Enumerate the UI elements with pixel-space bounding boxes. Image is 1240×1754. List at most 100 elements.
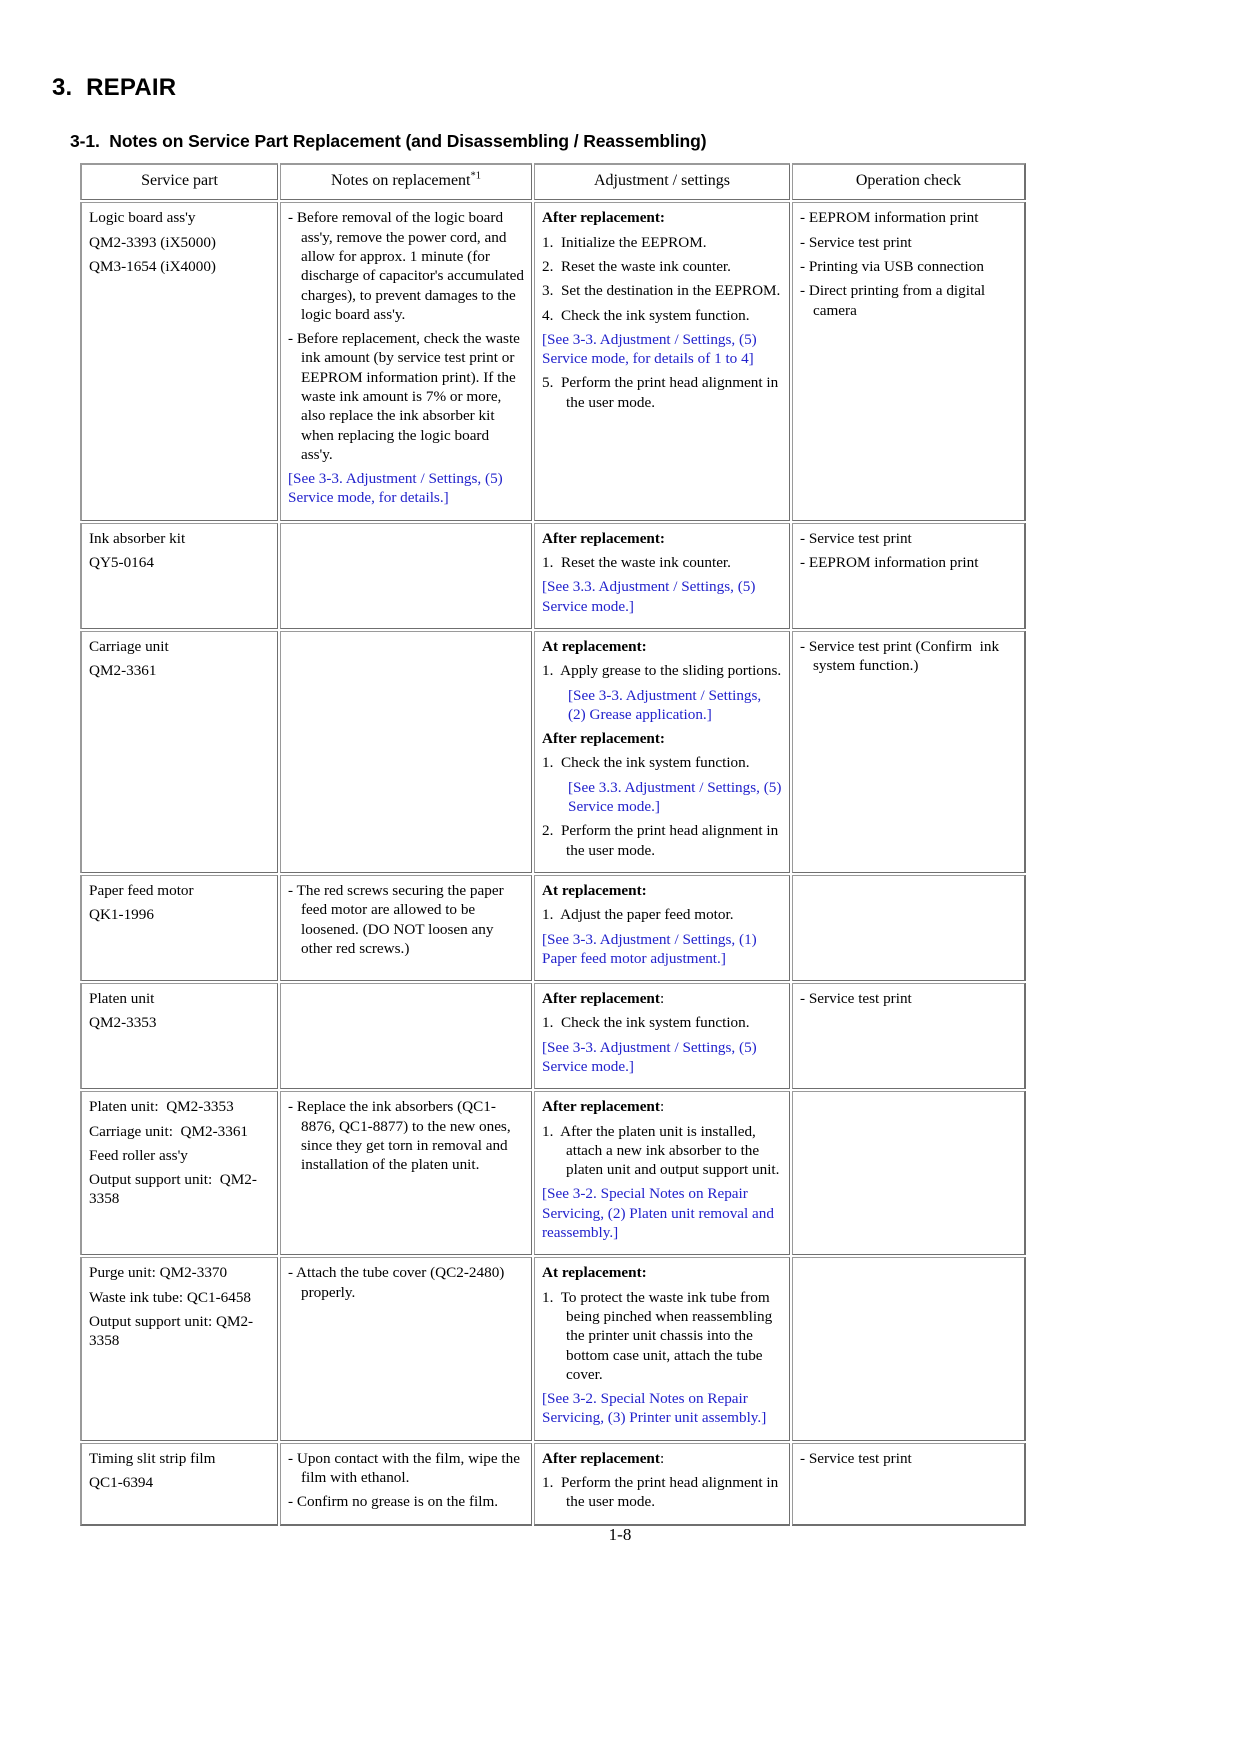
subsection-label: After replacement: xyxy=(542,1449,665,1467)
cell-adjustment: After replacement: 1. Initialize the EEPR… xyxy=(532,200,792,523)
bullet-item: - Before removal of the logic board ass'… xyxy=(288,209,528,323)
bullet-item: - Service test print xyxy=(800,1449,912,1467)
section-heading: 3-1. Notes on Service Part Replacement (… xyxy=(70,131,707,151)
page-number: 1-8 xyxy=(608,1525,632,1544)
cell-notes xyxy=(278,628,534,875)
column-header-service-part: Service part xyxy=(79,161,280,203)
cross-reference-link[interactable]: [See 3-3. Adjustment / Settings, (5) Ser… xyxy=(542,330,782,369)
bullet-item: - Confirm no grease is on the film. xyxy=(288,1493,499,1511)
bullet-item: - EEPROM information print xyxy=(800,554,979,572)
cell-service-part: Paper feed motor QK1-1996 xyxy=(79,872,280,984)
page-title: 3. REPAIR xyxy=(52,74,177,101)
cell-service-part: Carriage unit QM2-3361 xyxy=(79,628,280,875)
column-header-notes: Notes on replacement*1 xyxy=(278,161,534,203)
bullet-item: - Service test print xyxy=(800,529,912,547)
service-part-line: Output support unit: QM2-3358 xyxy=(89,1171,257,1208)
subsection-label-text: After replacement xyxy=(542,1449,660,1467)
numbered-step: 2. Perform the print head alignment in t… xyxy=(542,822,782,859)
service-part-line: Carriage unit xyxy=(89,637,169,655)
service-part-line: Logic board ass'y xyxy=(89,209,196,227)
table-header: Service part Notes on replacement*1 Adju… xyxy=(79,161,1027,203)
bullet-item: - Service test print (Confirm ink system… xyxy=(800,637,1003,675)
cell-operation-check: - Service test print - EEPROM information… xyxy=(790,520,1027,631)
bullet-item: - EEPROM information print xyxy=(800,209,979,227)
service-part-line: QM2-3361 xyxy=(89,662,157,680)
cell-operation-check xyxy=(790,872,1027,984)
cross-reference-link[interactable]: [See 3.3. Adjustment / Settings, (5) Ser… xyxy=(542,577,782,616)
numbered-step: 2. Reset the waste ink counter. xyxy=(542,257,731,275)
column-header-notes-label: Notes on replacement xyxy=(331,172,471,189)
subsection-label: After replacement: xyxy=(542,209,665,227)
subsection-label: At replacement: xyxy=(542,881,647,899)
cell-service-part: Purge unit: QM2-3370 Waste ink tube: QC1-… xyxy=(79,1255,280,1443)
cell-notes: - Upon contact with the film, wipe the f… xyxy=(278,1440,534,1527)
service-part-line: Waste ink tube: QC1-6458 xyxy=(89,1288,252,1306)
cell-notes: - Before removal of the logic board ass'… xyxy=(278,200,534,523)
bullet-item: - Service test print xyxy=(800,990,912,1008)
column-header-service-part-label: Service part xyxy=(141,172,218,189)
cross-reference-link[interactable]: [See 3-2. Special Notes on Repair Servic… xyxy=(542,1389,782,1428)
bullet-item: - The red screws securing the paper feed… xyxy=(288,881,508,957)
numbered-step: 1. Reset the waste ink counter. xyxy=(542,554,731,572)
service-part-line: Feed roller ass'y xyxy=(89,1146,188,1164)
table-body: Logic board ass'y QM2-3393 (iX5000) QM3-16… xyxy=(79,200,1027,1527)
table-header-row: Service part Notes on replacement*1 Adju… xyxy=(79,161,1027,203)
table-row: Purge unit: QM2-3370 Waste ink tube: QC1-… xyxy=(79,1255,1027,1443)
cell-notes xyxy=(278,520,534,631)
service-part-line: Output support unit: QM2-3358 xyxy=(89,1312,254,1350)
service-part-line: Platen unit: QM2-3353 xyxy=(89,1098,234,1116)
cell-operation-check: - EEPROM information print - Service test… xyxy=(790,200,1027,523)
cell-adjustment: At replacement: 1. Apply grease to the sl… xyxy=(532,628,792,875)
service-part-line: QM3-1654 (iX4000) xyxy=(89,257,216,275)
bullet-item: - Printing via USB connection xyxy=(800,257,984,275)
service-part-line: Platen unit xyxy=(89,990,155,1008)
cross-reference-link[interactable]: [See 3-3. Adjustment / Settings, (1) Pap… xyxy=(542,930,782,969)
numbered-step: 1. To protect the waste ink tube from be… xyxy=(542,1288,777,1383)
bullet-item: - Direct printing from a digital camera xyxy=(800,282,989,319)
cell-adjustment: After replacement: 1. After the platen un… xyxy=(532,1089,792,1258)
cell-notes: - The red screws securing the paper feed… xyxy=(278,872,534,984)
subsection-label: After replacement: xyxy=(542,1098,665,1116)
numbered-step: 4. Check the ink system function. xyxy=(542,306,750,324)
column-header-operation: Operation check xyxy=(790,161,1027,203)
table-row: Paper feed motor QK1-1996 - The red screws… xyxy=(79,872,1027,984)
service-part-line: Ink absorber kit xyxy=(89,529,186,547)
table-row: Platen unit QM2-3353 After replacement: 1. … xyxy=(79,981,1027,1092)
table-row: Logic board ass'y QM2-3393 (iX5000) QM3-16… xyxy=(79,200,1027,523)
document-page: 3. REPAIR 3-1. Notes on Service Part Rep… xyxy=(0,0,1240,1754)
subsection-label-text: After replacement xyxy=(542,990,660,1008)
bullet-item: - Attach the tube cover (QC2-2480) prope… xyxy=(288,1264,509,1301)
cross-reference-link[interactable]: [See 3-3. Adjustment / Settings, (2) Gre… xyxy=(542,686,782,725)
table-row: Timing slit strip film QC1-6394 - Upon con… xyxy=(79,1440,1027,1527)
numbered-step: 1. Initialize the EEPROM. xyxy=(542,233,707,251)
subsection-label: At replacement: xyxy=(542,637,647,655)
cell-operation-check xyxy=(790,1255,1027,1443)
cell-notes: - Attach the tube cover (QC2-2480) prope… xyxy=(278,1255,534,1443)
cell-service-part: Platen unit: QM2-3353 Carriage unit: QM2-… xyxy=(79,1089,280,1258)
cell-service-part: Timing slit strip film QC1-6394 xyxy=(79,1440,280,1527)
service-part-table-container: Service part Notes on replacement*1 Adju… xyxy=(79,161,1027,1527)
cell-service-part: Ink absorber kit QY5-0164 xyxy=(79,520,280,631)
cross-reference-link[interactable]: [See 3-2. Special Notes on Repair Servic… xyxy=(542,1184,782,1242)
cell-operation-check: - Service test print xyxy=(790,981,1027,1092)
cell-notes xyxy=(278,981,534,1092)
numbered-step: 1. Check the ink system function. xyxy=(542,1014,750,1032)
cell-adjustment: After replacement: 1. Reset the waste ink… xyxy=(532,520,792,631)
footnote-marker: *1 xyxy=(470,170,482,182)
numbered-step: 1. Check the ink system function. xyxy=(542,754,750,772)
bullet-item: - Before replacement, check the waste in… xyxy=(288,330,524,463)
column-header-adjustment-label: Adjustment / settings xyxy=(594,172,730,189)
cross-reference-link[interactable]: [See 3-3. Adjustment / Settings, (5) Ser… xyxy=(542,1038,782,1077)
cell-adjustment: At replacement: 1. Adjust the paper feed … xyxy=(532,872,792,984)
cell-service-part: Platen unit QM2-3353 xyxy=(79,981,280,1092)
table-row: Platen unit: QM2-3353 Carriage unit: QM2-… xyxy=(79,1089,1027,1258)
cross-reference-link[interactable]: [See 3-3. Adjustment / Settings, (5) Ser… xyxy=(288,469,524,508)
service-part-line: Carriage unit: QM2-3361 xyxy=(89,1122,249,1140)
service-part-line: Paper feed motor xyxy=(89,881,194,899)
cell-service-part: Logic board ass'y QM2-3393 (iX5000) QM3-16… xyxy=(79,200,280,523)
cell-adjustment: After replacement: 1. Check the ink syste… xyxy=(532,981,792,1092)
cross-reference-link[interactable]: [See 3.3. Adjustment / Settings, (5) Ser… xyxy=(542,778,782,817)
subsection-label: After replacement: xyxy=(542,529,665,547)
service-part-line: QM2-3353 xyxy=(89,1014,157,1032)
service-part-line: QC1-6394 xyxy=(89,1474,154,1492)
